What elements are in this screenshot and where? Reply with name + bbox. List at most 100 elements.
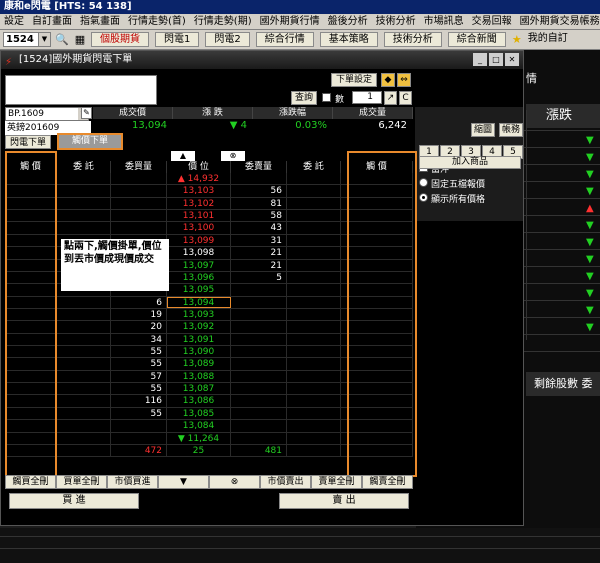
query-button[interactable]: 查詢 <box>291 91 317 105</box>
maximize-icon[interactable]: □ <box>489 53 503 66</box>
buy-order-cell[interactable] <box>57 444 111 457</box>
sell-order-cell[interactable] <box>287 308 341 321</box>
price-cell[interactable]: 13,103 <box>167 185 231 197</box>
price-cell[interactable]: 13,089 <box>167 358 231 370</box>
buy-order-cell[interactable] <box>57 407 111 420</box>
price-cell[interactable]: ▼ 11,264 <box>167 432 231 444</box>
trigger-sell-cell[interactable] <box>341 259 413 271</box>
price-cell[interactable]: 13,097 <box>167 259 231 271</box>
menu-item[interactable]: 自訂畫面 <box>28 14 76 29</box>
sell-order-cell[interactable] <box>287 432 341 444</box>
sell-order-cell[interactable] <box>287 420 341 432</box>
price-cell[interactable]: 13,090 <box>167 346 231 358</box>
ask-qty-cell[interactable] <box>231 333 287 346</box>
trigger-sell-cell[interactable] <box>341 197 413 210</box>
sell-order-cell[interactable] <box>287 259 341 271</box>
trigger-buy-cell[interactable] <box>5 185 57 197</box>
trigger-buy-cell[interactable] <box>5 444 57 457</box>
ladder-action-button[interactable]: 買單全刪 <box>56 475 107 489</box>
price-cell[interactable]: 13,102 <box>167 197 231 210</box>
ladder-row[interactable]: 34 13,091 <box>5 333 413 347</box>
buy-order-cell[interactable] <box>57 346 111 358</box>
sell-order-cell[interactable] <box>287 395 341 407</box>
buy-order-cell[interactable] <box>57 333 111 346</box>
trigger-sell-cell[interactable] <box>341 346 413 358</box>
trigger-buy-cell[interactable] <box>5 234 57 247</box>
price-cell[interactable]: 13,088 <box>167 370 231 383</box>
sell-order-cell[interactable] <box>287 210 341 222</box>
trigger-buy-cell[interactable] <box>5 197 57 210</box>
trigger-sell-cell[interactable] <box>341 173 413 185</box>
sell-order-cell[interactable] <box>287 444 341 457</box>
contract-code-select[interactable]: BP.1609 ▼ <box>5 107 89 121</box>
bid-qty-cell[interactable]: 19 <box>111 308 167 321</box>
sell-order-cell[interactable] <box>287 284 341 296</box>
bid-qty-cell[interactable] <box>111 185 167 197</box>
trigger-buy-cell[interactable] <box>5 321 57 333</box>
ask-qty-cell[interactable] <box>231 308 287 321</box>
price-cell[interactable]: 13,100 <box>167 222 231 234</box>
scroll-up-icon[interactable]: ▲ <box>171 151 195 161</box>
trigger-sell-cell[interactable] <box>341 420 413 432</box>
ladder-row[interactable]: 57 13,088 <box>5 370 413 384</box>
price-cell[interactable]: 13,096 <box>167 271 231 284</box>
sell-button[interactable]: 賣 出 <box>279 493 409 509</box>
buy-order-cell[interactable] <box>57 222 111 234</box>
price-cell[interactable]: 13,094 <box>167 296 231 308</box>
bid-qty-cell[interactable]: 20 <box>111 321 167 333</box>
menu-item[interactable]: 指氣畫面 <box>76 14 124 29</box>
price-cell[interactable]: 13,085 <box>167 407 231 420</box>
ladder-row[interactable]: 6 13,094 <box>5 296 413 309</box>
ask-qty-cell[interactable] <box>231 173 287 185</box>
trigger-buy-cell[interactable] <box>5 407 57 420</box>
ladder-row[interactable]: 55 13,085 <box>5 407 413 421</box>
buy-order-cell[interactable] <box>57 420 111 432</box>
sell-order-cell[interactable] <box>287 383 341 395</box>
price-cell[interactable]: ▲ 14,932 <box>167 173 231 185</box>
fixed-five-radio[interactable] <box>419 178 428 187</box>
trigger-buy-cell[interactable] <box>5 383 57 395</box>
trigger-sell-cell[interactable] <box>341 407 413 420</box>
sell-order-cell[interactable] <box>287 407 341 420</box>
sell-order-cell[interactable] <box>287 370 341 383</box>
trigger-sell-cell[interactable] <box>341 333 413 346</box>
minimize-icon[interactable]: _ <box>473 53 487 66</box>
ask-qty-cell[interactable] <box>231 383 287 395</box>
ladder-action-button[interactable]: 觸賣全刪 <box>362 475 413 489</box>
ladder-row[interactable]: 13,103 56 <box>5 185 413 198</box>
ask-qty-cell[interactable]: 5 <box>231 271 287 284</box>
ladder-row[interactable]: 13,100 43 <box>5 222 413 235</box>
sell-order-cell[interactable] <box>287 197 341 210</box>
ask-qty-cell[interactable] <box>231 346 287 358</box>
trigger-buy-cell[interactable] <box>5 346 57 358</box>
buy-order-cell[interactable] <box>57 210 111 222</box>
buy-order-cell[interactable] <box>57 308 111 321</box>
trigger-buy-cell[interactable] <box>5 395 57 407</box>
price-cell[interactable]: 13,087 <box>167 383 231 395</box>
buy-order-cell[interactable] <box>57 395 111 407</box>
ladder-row[interactable]: 55 13,089 <box>5 358 413 371</box>
trigger-buy-cell[interactable] <box>5 222 57 234</box>
trigger-buy-cell[interactable] <box>5 358 57 370</box>
ask-qty-cell[interactable] <box>231 296 287 308</box>
ask-qty-cell[interactable] <box>231 395 287 407</box>
buy-order-cell[interactable] <box>57 358 111 370</box>
zoom-button[interactable]: 縮圖 <box>471 123 495 137</box>
menu-item[interactable]: 國外期貨行情 <box>256 14 324 29</box>
diamond-icon[interactable]: ◆ <box>381 73 395 87</box>
show-all-radio[interactable] <box>419 193 428 202</box>
add-item-button[interactable]: 加入商品 <box>419 156 521 169</box>
ladder-row[interactable]: 19 13,093 <box>5 308 413 322</box>
buy-order-cell[interactable] <box>57 432 111 444</box>
ladder-action-button[interactable]: 觸買全刪 <box>5 475 56 489</box>
trigger-sell-cell[interactable] <box>341 358 413 370</box>
trigger-sell-cell[interactable] <box>341 222 413 234</box>
trigger-buy-cell[interactable] <box>5 432 57 444</box>
symbol-combo[interactable]: 1524 <box>3 32 51 47</box>
menu-item[interactable]: 盤後分析 <box>324 14 372 29</box>
edit-icon[interactable]: ✎ <box>81 107 92 119</box>
toolbar-button[interactable]: 閃電1 <box>155 32 200 47</box>
trigger-buy-cell[interactable] <box>5 296 57 308</box>
trigger-buy-cell[interactable] <box>5 247 57 259</box>
sell-order-cell[interactable] <box>287 346 341 358</box>
